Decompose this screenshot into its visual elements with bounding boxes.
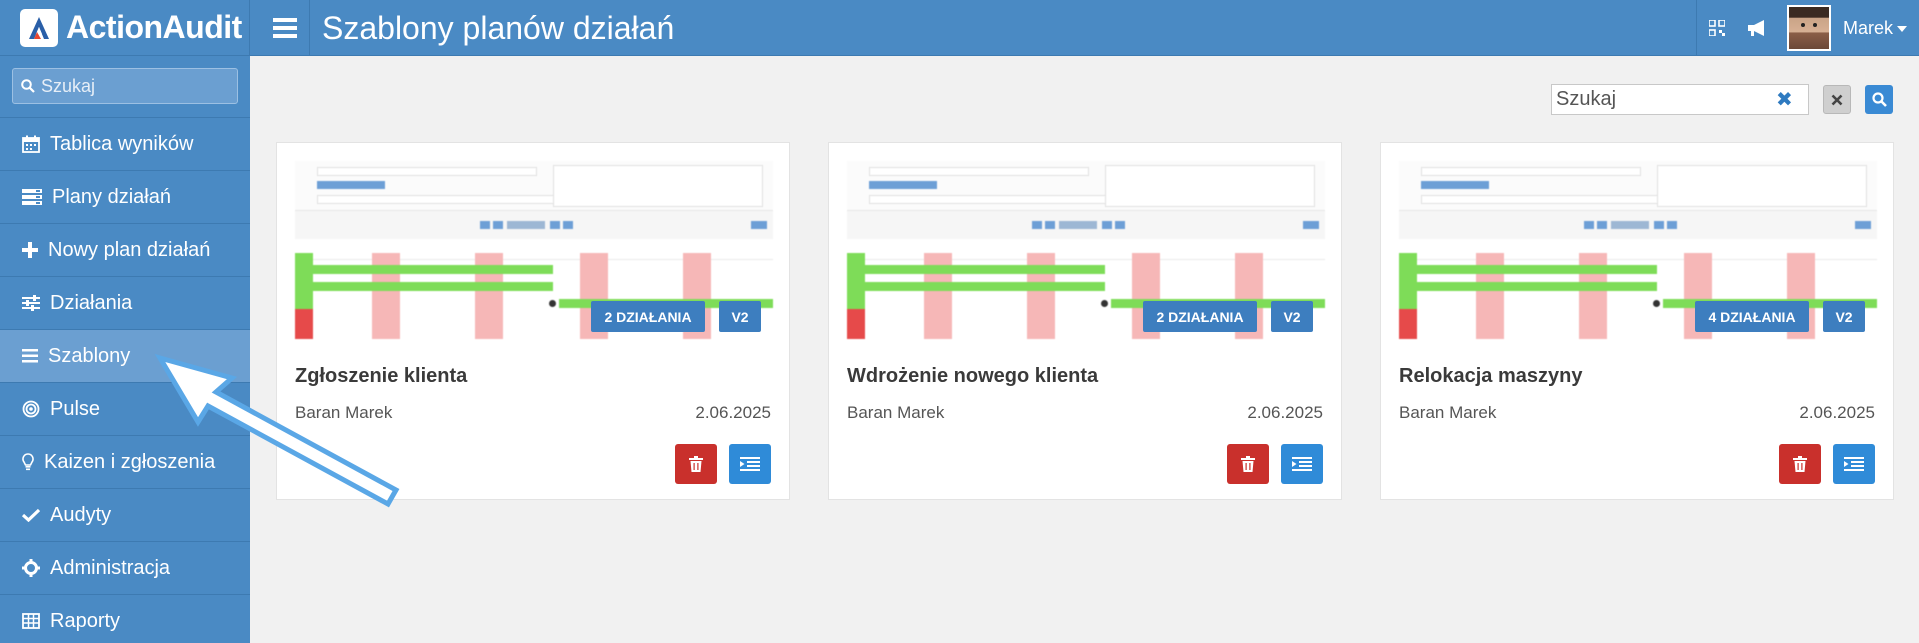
template-card[interactable]: 2 DZIAŁANIA V2 Zgłoszenie klienta Baran … xyxy=(276,142,790,500)
sidebar-item-kaizen[interactable]: Kaizen i zgłoszenia xyxy=(0,436,250,489)
sidebar-item-label: Działania xyxy=(50,291,133,314)
menu-toggle-button[interactable] xyxy=(260,0,310,56)
template-date: 2.06.2025 xyxy=(1799,403,1875,422)
sliders-icon xyxy=(22,295,40,311)
search-icon xyxy=(1871,92,1887,107)
sidebar-item-label: Audyty xyxy=(50,503,112,526)
search-icon xyxy=(21,79,35,93)
sidebar-item-label: Szablony xyxy=(48,344,131,367)
sidebar-item-administracja[interactable]: Administracja xyxy=(0,542,250,595)
sidebar-item-szablony[interactable]: Szablony xyxy=(0,330,250,383)
open-template-button[interactable] xyxy=(729,444,771,484)
avatar[interactable] xyxy=(1786,5,1831,51)
template-title[interactable]: Zgłoszenie klienta xyxy=(295,365,467,388)
close-icon xyxy=(1831,94,1843,105)
calendar-icon xyxy=(22,135,40,153)
sidebar-item-audyty[interactable]: Audyty xyxy=(0,489,250,542)
gear-icon xyxy=(22,559,40,577)
template-author: Baran Marek xyxy=(1399,403,1497,422)
template-cards: 2 DZIAŁANIA V2 Zgłoszenie klienta Baran … xyxy=(276,142,1894,500)
sidebar-item-label: Tablica wyników xyxy=(50,132,194,155)
clear-input-icon[interactable]: ✖ xyxy=(1776,87,1793,112)
sidebar-item-label: Raporty xyxy=(50,609,121,632)
sidebar-item-plany-dzialan[interactable]: Plany działań xyxy=(0,171,250,224)
reset-search-button[interactable] xyxy=(1823,85,1851,114)
template-card[interactable]: 4 DZIAŁANIA V2 Relokacja maszyny Baran M… xyxy=(1380,142,1894,500)
app-name: ActionAudit xyxy=(66,9,242,45)
top-bar: ActionAudit Szablony planów działań Mare… xyxy=(0,0,1919,56)
template-title[interactable]: Relokacja maszyny xyxy=(1399,365,1582,388)
sidebar-item-raporty[interactable]: Raporty xyxy=(0,595,250,643)
open-template-button[interactable] xyxy=(1281,444,1323,484)
indent-list-icon xyxy=(1844,457,1864,471)
sidebar-search xyxy=(0,56,250,118)
delete-button[interactable] xyxy=(1779,444,1821,484)
sidebar-item-label: Nowy plan działań xyxy=(48,238,211,261)
hamburger-icon xyxy=(272,18,297,38)
check-icon xyxy=(22,508,40,522)
trash-icon xyxy=(689,456,703,472)
sidebar-search-input[interactable] xyxy=(41,75,221,97)
trash-icon xyxy=(1793,456,1807,472)
version-badge: V2 xyxy=(1271,301,1313,332)
template-date: 2.06.2025 xyxy=(1247,403,1323,422)
bars-icon xyxy=(22,349,38,363)
version-badge: V2 xyxy=(719,301,761,332)
qr-code-icon[interactable] xyxy=(1697,0,1737,56)
sidebar-item-label: Administracja xyxy=(50,556,171,579)
main-content: ✖ xyxy=(250,56,1919,643)
actions-count-badge: 4 DZIAŁANIA xyxy=(1695,301,1809,332)
indent-list-icon xyxy=(1292,457,1312,471)
sidebar-item-label: Kaizen i zgłoszenia xyxy=(44,450,216,473)
megaphone-icon[interactable] xyxy=(1737,0,1777,56)
page-title: Szablony planów działań xyxy=(322,10,675,46)
sidebar-item-nowy-plan-dzialan[interactable]: Nowy plan działań xyxy=(0,224,250,277)
list-icon xyxy=(22,189,42,205)
plus-icon xyxy=(22,242,38,258)
sidebar-item-label: Plany działań xyxy=(52,185,171,208)
template-author: Baran Marek xyxy=(847,403,945,422)
chevron-down-icon xyxy=(1897,26,1907,32)
template-search-input[interactable] xyxy=(1556,88,1776,111)
target-icon xyxy=(22,400,40,418)
sidebar-item-tablica-wynikow[interactable]: Tablica wyników xyxy=(0,118,250,171)
actions-count-badge: 2 DZIAŁANIA xyxy=(591,301,705,332)
delete-button[interactable] xyxy=(1227,444,1269,484)
template-card[interactable]: 2 DZIAŁANIA V2 Wdrożenie nowego klienta … xyxy=(828,142,1342,500)
version-badge: V2 xyxy=(1823,301,1865,332)
indent-list-icon xyxy=(740,457,760,471)
sidebar-item-pulse[interactable]: Pulse xyxy=(0,383,250,436)
brand[interactable]: ActionAudit xyxy=(0,0,250,56)
template-search-bar: ✖ xyxy=(1551,84,1893,115)
app-logo-icon xyxy=(20,8,58,47)
trash-icon xyxy=(1241,456,1255,472)
search-button[interactable] xyxy=(1865,85,1893,114)
sidebar-item-dzialania[interactable]: Działania xyxy=(0,277,250,330)
template-author: Baran Marek xyxy=(295,403,393,422)
lightbulb-icon xyxy=(22,453,34,471)
template-title[interactable]: Wdrożenie nowego klienta xyxy=(847,365,1098,388)
sidebar-item-label: Pulse xyxy=(50,397,101,420)
user-menu[interactable]: Marek xyxy=(1843,18,1907,39)
template-date: 2.06.2025 xyxy=(695,403,771,422)
sidebar: Tablica wyników Plany działań Nowy plan … xyxy=(0,56,250,643)
user-name: Marek xyxy=(1842,17,1893,38)
open-template-button[interactable] xyxy=(1833,444,1875,484)
delete-button[interactable] xyxy=(675,444,717,484)
top-right-controls: Marek xyxy=(1695,0,1919,56)
table-icon xyxy=(22,613,40,629)
actions-count-badge: 2 DZIAŁANIA xyxy=(1143,301,1257,332)
